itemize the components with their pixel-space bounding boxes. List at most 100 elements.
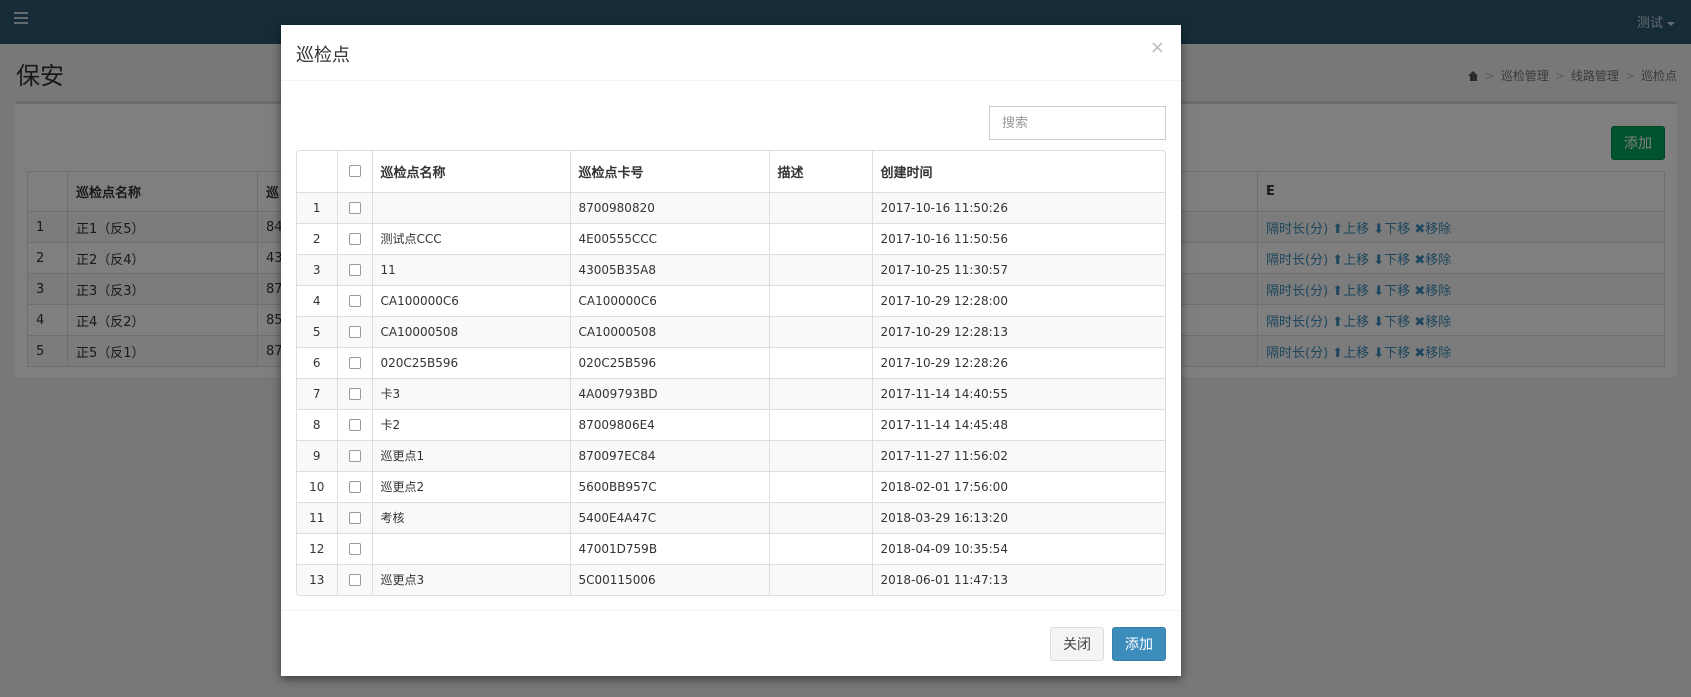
row-name: 巡更点3 [372, 564, 571, 595]
row-created: 2018-03-29 16:13:20 [872, 502, 1165, 534]
checkpoint-modal: 巡检点 × 巡检点名称 巡检点卡号 描述 创建时间 1 8700980820 201… [281, 25, 1181, 676]
row-name: CA10000508 [372, 316, 571, 348]
select-all-checkbox[interactable] [348, 165, 361, 178]
row-card: 5400E4A47C [570, 502, 770, 534]
row-desc [769, 564, 873, 595]
row-created: 2017-11-14 14:40:55 [872, 378, 1165, 410]
row-created: 2017-11-14 14:45:48 [872, 409, 1165, 441]
row-card: 47001D759B [570, 533, 770, 565]
row-checkbox[interactable] [348, 326, 361, 338]
row-created: 2017-10-29 12:28:00 [872, 285, 1165, 317]
row-checkbox[interactable] [348, 202, 361, 214]
checkpoint-table: 巡检点名称 巡检点卡号 描述 创建时间 1 8700980820 2017-10-1… [297, 151, 1165, 595]
row-created: 2017-10-29 12:28:26 [872, 347, 1165, 379]
row-card: CA100000C6 [570, 285, 770, 317]
row-card: 87009806E4 [570, 409, 770, 441]
table-row[interactable]: 12 47001D759B 2018-04-09 10:35:54 [297, 533, 1165, 565]
row-name: 11 [372, 254, 571, 286]
row-created: 2017-10-16 11:50:26 [872, 192, 1165, 224]
row-desc [769, 347, 873, 379]
modal-header: 巡检点 × [281, 25, 1181, 81]
row-index: 10 [297, 471, 338, 503]
row-desc [769, 533, 873, 565]
row-checkbox[interactable] [348, 512, 361, 524]
table-row[interactable]: 9 巡更点1 870097EC84 2017-11-27 11:56:02 [297, 440, 1165, 472]
row-created: 2017-10-16 11:50:56 [872, 223, 1165, 255]
row-index: 8 [297, 409, 338, 441]
row-name [372, 533, 571, 565]
row-card: 5600BB957C [570, 471, 770, 503]
table-row[interactable]: 7 卡3 4A009793BD 2017-11-14 14:40:55 [297, 378, 1165, 410]
row-card: 5C00115006 [570, 564, 770, 595]
row-name: 巡更点1 [372, 440, 571, 472]
row-name: 考核 [372, 502, 571, 534]
column-header-name[interactable]: 巡检点名称 [372, 151, 571, 193]
row-name: 测试点CCC [372, 223, 571, 255]
table-row[interactable]: 8 卡2 87009806E4 2017-11-14 14:45:48 [297, 409, 1165, 441]
table-row[interactable]: 13 巡更点3 5C00115006 2018-06-01 11:47:13 [297, 564, 1165, 595]
row-created: 2018-06-01 11:47:13 [880, 572, 1008, 587]
row-desc [769, 502, 873, 534]
row-card: 4E00555CCC [570, 223, 770, 255]
row-index: 5 [297, 316, 338, 348]
table-row[interactable]: 11 考核 5400E4A47C 2018-03-29 16:13:20 [297, 502, 1165, 534]
row-created: 2018-02-01 17:56:00 [872, 471, 1165, 503]
table-row[interactable]: 5 CA10000508 CA10000508 2017-10-29 12:28:13 [297, 316, 1165, 348]
row-desc [769, 378, 873, 410]
row-checkbox[interactable] [348, 419, 361, 431]
row-desc [769, 285, 873, 317]
row-created: 2017-10-25 11:30:57 [872, 254, 1165, 286]
row-card: CA10000508 [570, 316, 770, 348]
row-name: 卡2 [372, 409, 571, 441]
table-row[interactable]: 10 巡更点2 5600BB957C 2018-02-01 17:56:00 [297, 471, 1165, 503]
column-header-created[interactable]: 创建时间 [872, 151, 1165, 193]
add-button[interactable]: 添加 [1112, 627, 1166, 661]
close-button[interactable]: 关闭 [1050, 627, 1104, 661]
row-name: CA100000C6 [372, 285, 571, 317]
row-checkbox[interactable] [348, 450, 361, 462]
column-header-desc[interactable]: 描述 [769, 151, 873, 193]
row-index: 3 [297, 254, 338, 286]
row-index: 6 [297, 347, 338, 379]
row-index: 12 [297, 533, 338, 565]
row-index: 4 [297, 285, 338, 317]
row-created: 2018-04-09 10:35:54 [872, 533, 1165, 565]
checkpoint-table-wrap: 巡检点名称 巡检点卡号 描述 创建时间 1 8700980820 2017-10-1… [296, 150, 1166, 596]
search-input[interactable] [989, 106, 1166, 140]
table-row[interactable]: 3 11 43005B35A8 2017-10-25 11:30:57 [297, 254, 1165, 286]
modal-footer: 关闭 添加 [281, 610, 1181, 676]
row-index: 11 [297, 502, 338, 534]
row-name: 巡更点2 [372, 471, 571, 503]
row-card: 43005B35A8 [570, 254, 770, 286]
row-checkbox[interactable] [348, 233, 361, 245]
table-row[interactable]: 1 8700980820 2017-10-16 11:50:26 [297, 192, 1165, 224]
row-desc [769, 254, 873, 286]
row-name [372, 192, 571, 224]
row-checkbox[interactable] [348, 543, 361, 555]
row-index: 7 [297, 378, 338, 410]
table-row[interactable]: 6 020C25B596 020C25B596 2017-10-29 12:28:26 [297, 347, 1165, 379]
row-checkbox[interactable] [348, 574, 361, 587]
table-row[interactable]: 4 CA100000C6 CA100000C6 2017-10-29 12:28:00 [297, 285, 1165, 317]
row-desc [769, 471, 873, 503]
column-header-card[interactable]: 巡检点卡号 [570, 151, 770, 193]
table-row[interactable]: 2 测试点CCC 4E00555CCC 2017-10-16 11:50:56 [297, 223, 1165, 255]
close-icon[interactable]: × [1150, 39, 1165, 57]
row-checkbox[interactable] [348, 357, 361, 369]
row-name: 卡3 [372, 378, 571, 410]
row-desc [769, 316, 873, 348]
row-checkbox[interactable] [348, 295, 361, 307]
row-card: 4A009793BD [570, 378, 770, 410]
row-desc [769, 192, 873, 224]
row-checkbox[interactable] [348, 264, 361, 276]
row-checkbox[interactable] [348, 388, 361, 400]
modal-title: 巡检点 [296, 45, 350, 66]
row-index: 2 [297, 223, 338, 255]
row-index: 13 [297, 564, 338, 595]
row-desc [769, 440, 873, 472]
row-card: 020C25B596 [570, 347, 770, 379]
row-name: 020C25B596 [372, 347, 571, 379]
row-card: 8700980820 [570, 192, 770, 224]
row-checkbox[interactable] [348, 481, 361, 493]
row-card: 870097EC84 [570, 440, 770, 472]
